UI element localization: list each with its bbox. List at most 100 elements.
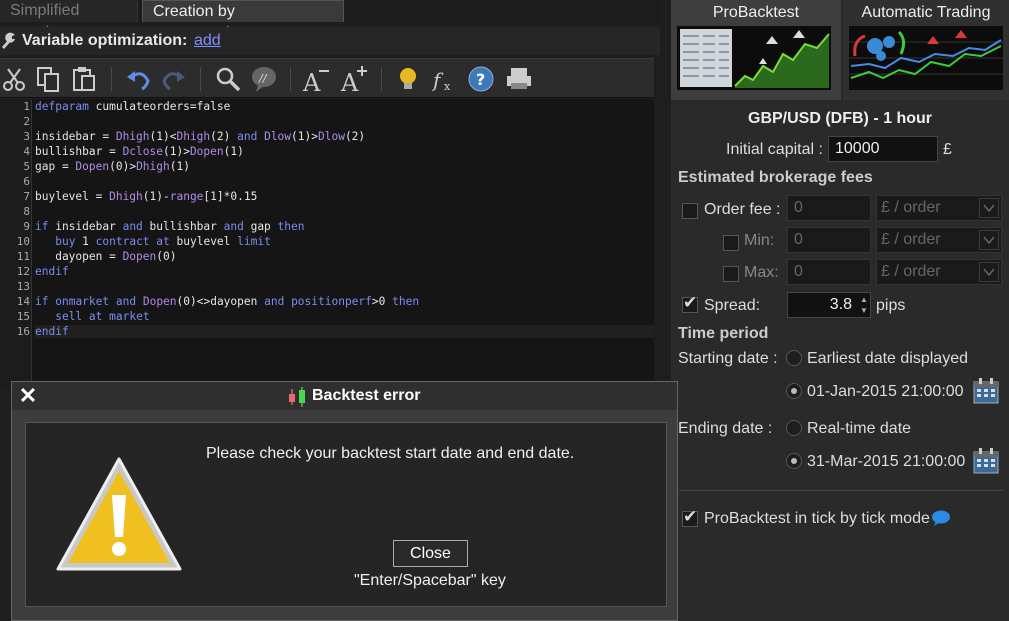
copy-icon[interactable]: [34, 65, 62, 93]
code-line: endif: [35, 265, 69, 278]
currency-symbol: £: [943, 141, 952, 158]
line-number: 9: [23, 220, 30, 233]
spread-value: 3.8: [829, 296, 852, 313]
tick-mode-label: ProBacktest in tick by tick mode: [704, 510, 930, 527]
calendar-icon[interactable]: [972, 447, 1000, 475]
app-window: Simplified creation Creation by programm…: [0, 0, 1009, 621]
order-fee-unit: £ / order: [881, 199, 941, 216]
tick-mode-checkbox[interactable]: [682, 507, 698, 527]
line-number: 13: [16, 280, 30, 293]
line-number: 11: [16, 250, 30, 263]
line-number: 14: [16, 295, 30, 308]
spinner-arrows-icon[interactable]: ▲ ▼: [859, 294, 869, 316]
line-number: 15: [16, 310, 30, 323]
tab-simplified-creation[interactable]: Simplified creation: [0, 0, 138, 41]
starting-date-label: Starting date :: [678, 350, 778, 367]
line-number: 7: [23, 190, 30, 203]
backtest-error-dialog: ✕ Backtest error Please check your backt…: [11, 381, 678, 621]
candlestick-icon: [289, 387, 305, 407]
variable-optimization-bar: Variable optimization: add: [0, 27, 660, 55]
max-fee-unit-select[interactable]: £ / order: [876, 259, 1002, 285]
line-number: 1: [23, 100, 30, 113]
function-icon[interactable]: fx: [430, 65, 458, 93]
min-fee-unit-select[interactable]: £ / order: [876, 227, 1002, 253]
lightbulb-icon[interactable]: [394, 65, 422, 93]
end-date-value: 31-Mar-2015 21:00:00: [807, 453, 966, 470]
tab-creation-by-programming[interactable]: Creation by programming: [142, 0, 344, 42]
end-date-radio[interactable]: [786, 453, 802, 469]
order-fee-input[interactable]: 0: [787, 195, 871, 221]
end-realtime-radio[interactable]: [786, 420, 802, 436]
order-fee-unit-select[interactable]: £ / order: [876, 195, 1002, 221]
order-fee-checkbox[interactable]: [682, 203, 698, 219]
comment-icon[interactable]: //: [250, 65, 278, 93]
spread-checkbox[interactable]: [682, 293, 698, 313]
toolbar-separator: [381, 67, 382, 91]
line-number: 4: [23, 145, 30, 158]
initial-capital-label: Initial capital :: [726, 141, 823, 158]
code-line: buy 1 contract at buylevel limit: [55, 235, 271, 248]
code-line: bullishbar = Dclose(1)>Dopen(1): [35, 145, 244, 158]
info-bubble-icon[interactable]: [931, 510, 951, 526]
start-date-radio[interactable]: [786, 383, 802, 399]
initial-capital-input[interactable]: 10000: [828, 136, 938, 162]
line-number: 8: [23, 205, 30, 218]
tab-automatic-trading[interactable]: Automatic Trading: [843, 0, 1009, 100]
end-realtime-label: Real-time date: [807, 420, 912, 437]
max-fee-checkbox[interactable]: [723, 266, 739, 282]
svg-text:A: A: [340, 69, 359, 93]
increase-font-icon[interactable]: A: [340, 65, 368, 97]
dialog-title-bar: ✕ Backtest error: [12, 382, 677, 410]
tab-probacktest[interactable]: ProBacktest: [671, 0, 841, 100]
editor-tabs: Simplified creation Creation by programm…: [0, 0, 660, 42]
code-editor[interactable]: 1 2 3 4 5 6 7 8 9 10 11 12 13 14 15 16 d…: [0, 99, 654, 389]
paste-icon[interactable]: [70, 65, 98, 93]
line-number: 16: [16, 325, 30, 338]
toolbar-separator: [200, 67, 201, 91]
start-earliest-radio[interactable]: [786, 350, 802, 366]
max-fee-label: Max:: [744, 264, 779, 281]
decrease-font-icon[interactable]: A: [302, 65, 330, 97]
backtest-chart-icon: [677, 26, 831, 90]
ending-date-label: Ending date :: [678, 420, 773, 437]
time-period-title: Time period: [678, 325, 769, 342]
cut-icon[interactable]: [0, 65, 28, 93]
code-line: sell at market: [55, 310, 150, 323]
code-line: dayopen = Dopen(0): [35, 250, 177, 263]
max-fee-unit: £ / order: [881, 263, 941, 280]
spread-input[interactable]: 3.8 ▲ ▼: [787, 292, 871, 318]
max-fee-input[interactable]: 0: [787, 259, 871, 285]
automatic-trading-icon: [849, 26, 1003, 90]
min-fee-label: Min:: [744, 232, 775, 249]
svg-text:x: x: [444, 80, 451, 93]
undo-icon[interactable]: [124, 65, 152, 93]
spread-label: Spread:: [704, 297, 761, 314]
instrument-title: GBP/USD (DFB) - 1 hour: [748, 110, 932, 127]
line-number: 2: [23, 115, 30, 128]
svg-text://: //: [258, 72, 268, 85]
close-button[interactable]: Close: [393, 540, 468, 567]
chevron-down-icon: [979, 198, 999, 218]
search-icon[interactable]: [214, 65, 242, 93]
add-variable-link[interactable]: add: [194, 27, 221, 55]
min-fee-checkbox[interactable]: [723, 235, 739, 251]
close-icon[interactable]: ✕: [17, 385, 39, 407]
svg-text:?: ?: [476, 70, 485, 89]
help-icon[interactable]: ?: [467, 65, 495, 93]
calendar-icon[interactable]: [972, 377, 1000, 405]
code-line: if onmarket and Dopen(0)<>dayopen and po…: [35, 295, 420, 308]
code-line: if insidebar and bullishbar and gap then: [35, 220, 305, 233]
min-fee-input[interactable]: 0: [787, 227, 871, 253]
dialog-body: Please check your backtest start date an…: [25, 422, 667, 607]
line-number: 3: [23, 130, 30, 143]
backtest-settings-panel: ProBacktest Automatic Trading GBP/USD (D…: [671, 0, 1009, 621]
chevron-down-icon: [979, 230, 999, 250]
close-shortcut-hint: "Enter/Spacebar" key: [354, 572, 506, 589]
redo-icon[interactable]: [160, 65, 188, 93]
chevron-down-icon: [979, 262, 999, 282]
code-line: gap = Dopen(0)>Dhigh(1): [35, 160, 190, 173]
brokerage-fees-title: Estimated brokerage fees: [678, 169, 873, 186]
svg-text:f: f: [431, 68, 444, 92]
min-fee-unit: £ / order: [881, 231, 941, 248]
print-icon[interactable]: [505, 65, 533, 93]
